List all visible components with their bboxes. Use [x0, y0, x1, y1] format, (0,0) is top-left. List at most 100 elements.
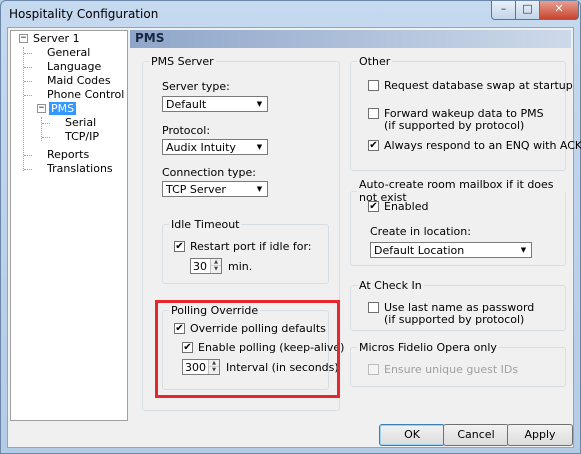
- checkbox-box: [368, 80, 379, 91]
- tree-item-label: Phone Control: [47, 88, 125, 101]
- dropdown-value: Default Location: [374, 244, 465, 257]
- tree-item-serial[interactable]: Serial: [63, 116, 98, 130]
- ok-button[interactable]: OK: [379, 424, 445, 446]
- tree-item-tcp-ip[interactable]: TCP/IP: [63, 130, 101, 144]
- tree-item-label: Maid Codes: [47, 74, 111, 87]
- checkbox-label: Request database swap at startup: [384, 79, 573, 92]
- arrow-down-icon[interactable]: ▼: [209, 367, 219, 374]
- title-bar[interactable]: Hospitality Configuration – □ ✕: [1, 1, 580, 27]
- tree-line: [23, 47, 24, 171]
- tree-line: [42, 137, 50, 138]
- arrow-up-icon[interactable]: ▲: [209, 360, 219, 367]
- override-polling-checkbox[interactable]: ✔ Override polling defaults: [174, 322, 326, 336]
- arrow-up-icon[interactable]: ▲: [211, 259, 221, 266]
- tree-line: [24, 67, 32, 68]
- checkbox-label: Enabled: [384, 200, 429, 213]
- tree-item-phone-control[interactable]: Phone Control: [45, 88, 126, 102]
- interval-label: Interval (in seconds): [226, 361, 339, 374]
- checkbox-label: Enable polling (keep-alive): [198, 341, 345, 354]
- restart-port-checkbox[interactable]: ✔ Restart port if idle for:: [174, 240, 319, 254]
- server-type-label: Server type:: [162, 80, 230, 93]
- spinner-value: 30: [193, 260, 207, 273]
- checkmark-icon: ✔: [174, 241, 185, 252]
- tree-item-label: Reports: [47, 148, 90, 161]
- group-legend: Idle Timeout: [171, 218, 240, 231]
- window-title: Hospitality Configuration: [9, 7, 159, 21]
- location-dropdown[interactable]: Default Location ▼: [370, 242, 532, 258]
- checkmark-icon: ✔: [182, 342, 193, 353]
- protocol-label: Protocol:: [162, 124, 211, 137]
- group-legend: PMS Server: [151, 55, 214, 68]
- checkbox-label: Ensure unique guest IDs: [384, 363, 519, 376]
- unique-guest-ids-checkbox[interactable]: Ensure unique guest IDs: [368, 363, 548, 377]
- tree-item-label: Translations: [47, 162, 113, 175]
- checkmark-icon: ✔: [368, 201, 379, 212]
- tree-line: [24, 53, 32, 54]
- create-location-label: Create in location:: [370, 225, 471, 238]
- tree-item-label: Language: [47, 60, 102, 73]
- server-type-dropdown[interactable]: Default ▼: [162, 96, 268, 112]
- tree-item-general[interactable]: General: [45, 46, 92, 60]
- checkbox-box: [368, 364, 379, 375]
- database-swap-checkbox[interactable]: Request database swap at startup: [368, 79, 573, 93]
- tree-item-label: Server 1: [33, 32, 80, 45]
- close-button[interactable]: ✕: [539, 1, 579, 20]
- navigation-tree[interactable]: − Server 1 General Language Maid Codes P…: [10, 30, 128, 421]
- maximize-button[interactable]: □: [515, 1, 540, 20]
- minutes-unit-label: min.: [228, 260, 253, 273]
- spinner-buttons: ▲ ▼: [210, 259, 221, 273]
- collapse-icon[interactable]: −: [37, 104, 46, 113]
- tree-item-language[interactable]: Language: [45, 60, 103, 74]
- cancel-button[interactable]: Cancel: [443, 424, 509, 446]
- page-title: PMS: [135, 31, 165, 45]
- group-legend: Micros Fidelio Opera only: [359, 341, 497, 354]
- arrow-down-icon[interactable]: ▼: [211, 266, 221, 273]
- apply-button[interactable]: Apply: [507, 424, 573, 446]
- group-legend: At Check In: [359, 279, 422, 292]
- checkmark-icon: ✔: [174, 323, 185, 334]
- spinner-buttons: ▲ ▼: [208, 360, 219, 374]
- tree-item-translations[interactable]: Translations: [45, 162, 115, 176]
- polling-interval-spinner[interactable]: 300 ▲ ▼: [182, 359, 220, 375]
- collapse-icon[interactable]: −: [19, 34, 28, 43]
- checkbox-sublabel: (if supported by protocol): [384, 313, 525, 326]
- tree-item-label: TCP/IP: [65, 130, 99, 143]
- tree-item-label: Serial: [65, 116, 97, 129]
- chevron-down-icon: ▼: [256, 143, 263, 151]
- tree-item-server-1[interactable]: Server 1: [31, 32, 82, 46]
- enq-ack-checkbox[interactable]: ✔ Always respond to an ENQ with ACK: [368, 139, 581, 153]
- spinner-value: 300: [185, 361, 206, 374]
- tree-item-pms[interactable]: PMS: [49, 102, 77, 116]
- idle-minutes-spinner[interactable]: 30 ▲ ▼: [190, 258, 222, 274]
- tree-item-label: PMS: [49, 102, 77, 115]
- checkmark-icon: ✔: [368, 140, 379, 151]
- dropdown-value: Audix Intuity: [166, 141, 236, 154]
- tree-item-reports[interactable]: Reports: [45, 148, 91, 162]
- checkbox-label: Restart port if idle for:: [190, 240, 312, 253]
- app-window: Hospitality Configuration – □ ✕ − Server…: [0, 0, 581, 454]
- chevron-down-icon: ▼: [256, 100, 263, 108]
- group-legend: Polling Override: [171, 304, 259, 317]
- tree-line: [24, 155, 32, 156]
- chevron-down-icon: ▼: [520, 246, 527, 254]
- tree-line: [24, 169, 32, 170]
- tree-item-label: General: [47, 46, 91, 59]
- minimize-button[interactable]: –: [491, 1, 516, 20]
- connection-type-label: Connection type:: [162, 166, 257, 179]
- forward-wakeup-checkbox[interactable]: Forward wakeup data to PMS (if supported…: [368, 107, 558, 133]
- auto-create-enabled-checkbox[interactable]: ✔ Enabled: [368, 200, 448, 214]
- tree-item-maid-codes[interactable]: Maid Codes: [45, 74, 113, 88]
- checkbox-label: Always respond to an ENQ with ACK: [384, 139, 581, 152]
- connection-type-dropdown[interactable]: TCP Server ▼: [162, 181, 268, 197]
- dropdown-value: TCP Server: [166, 183, 226, 196]
- checkbox-box: [368, 302, 379, 313]
- dropdown-value: Default: [166, 98, 207, 111]
- dialog-client-area: − Server 1 General Language Maid Codes P…: [7, 27, 581, 448]
- protocol-dropdown[interactable]: Audix Intuity ▼: [162, 139, 268, 155]
- use-last-name-checkbox[interactable]: Use last name as password (if supported …: [368, 301, 548, 327]
- enable-polling-checkbox[interactable]: ✔ Enable polling (keep-alive): [182, 341, 344, 355]
- chevron-down-icon: ▼: [256, 185, 263, 193]
- page-header: PMS: [130, 30, 571, 48]
- checkbox-box: [368, 108, 379, 119]
- checkbox-sublabel: (if supported by protocol): [384, 119, 525, 132]
